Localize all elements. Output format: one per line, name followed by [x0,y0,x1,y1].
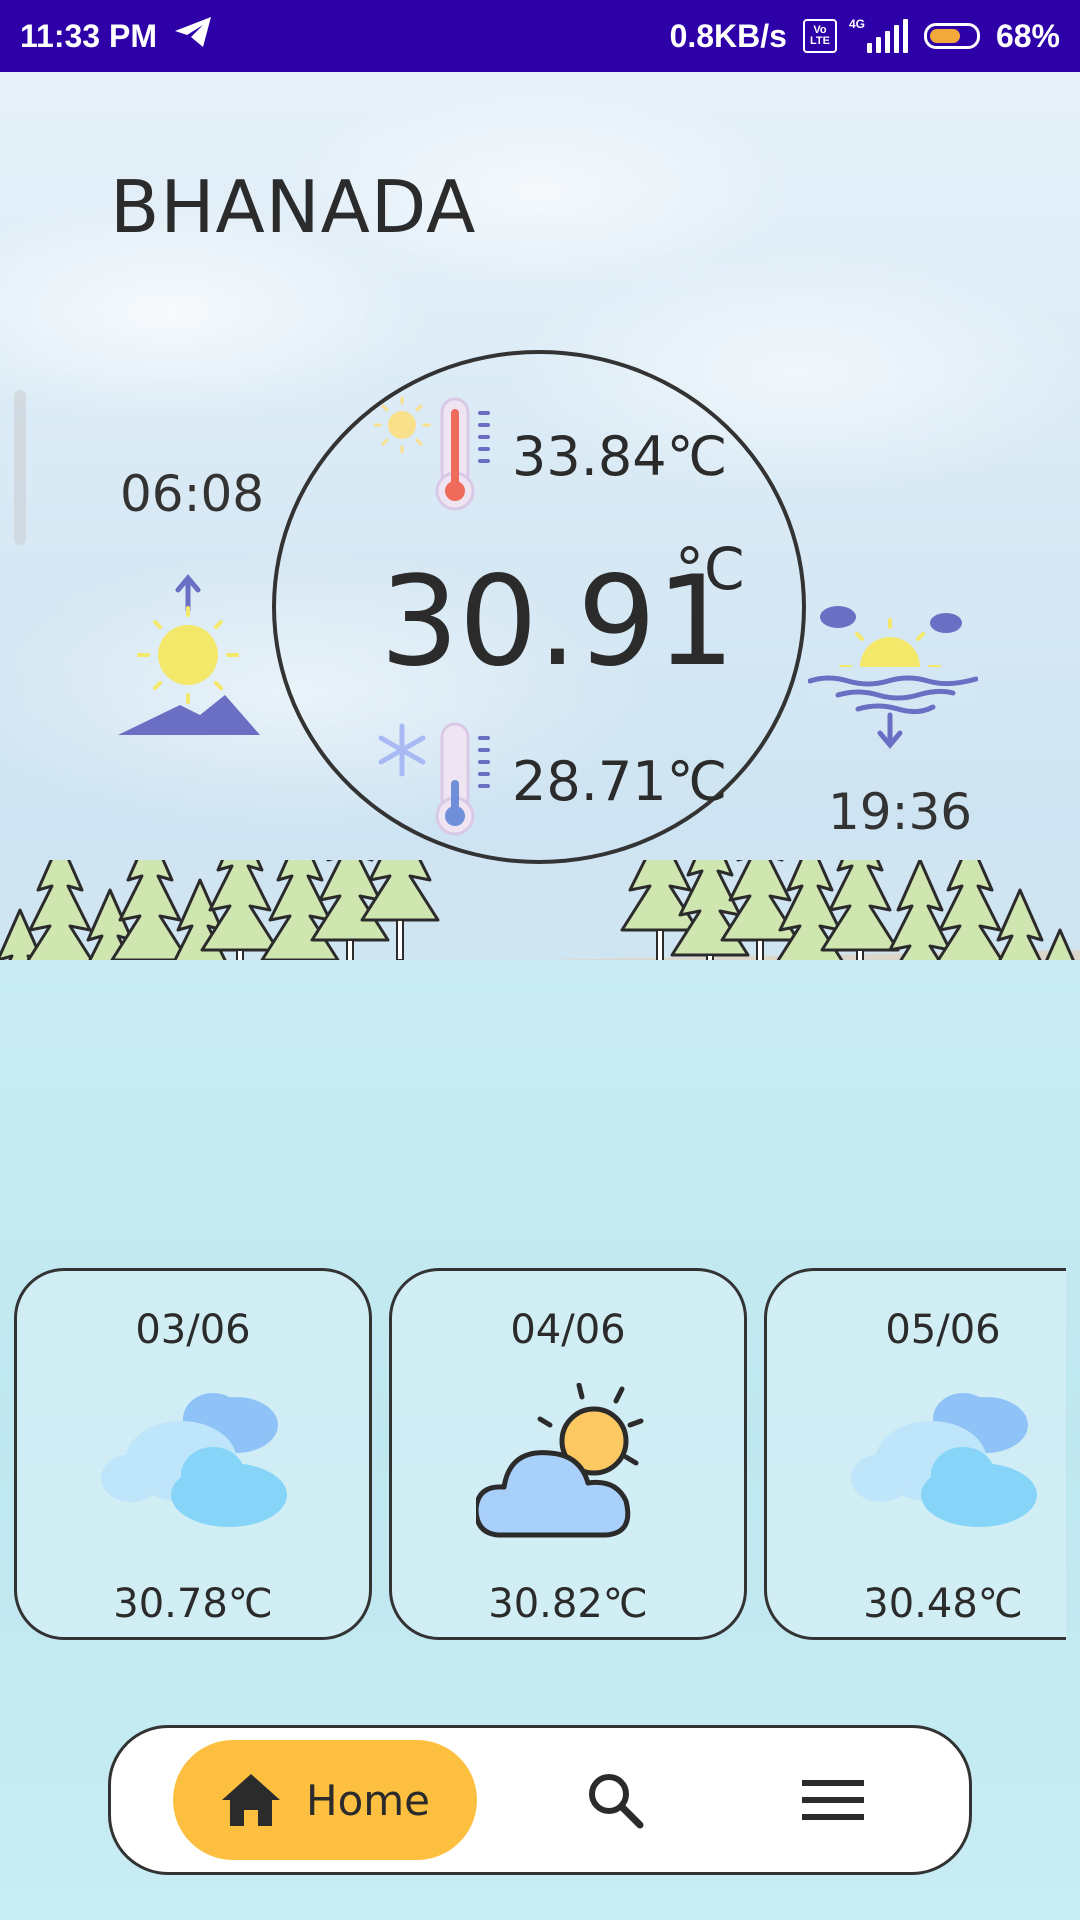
sunset-time: 19:36 [828,783,973,841]
max-temp-row: 33.84℃ [374,395,727,515]
telegram-icon [173,15,213,57]
forecast-temp: 30.48℃ [863,1581,1023,1627]
menu-icon [802,1780,864,1820]
network-speed: 0.8KB/s [669,17,787,54]
cold-thermometer-icon [378,722,490,836]
partly-cloudy-icon [476,1383,644,1538]
search-icon [589,1774,644,1829]
forecast-date: 03/06 [135,1307,251,1353]
hot-thermometer-icon [374,396,490,511]
forecast-card[interactable]: 04/06 30.82℃ [389,1268,747,1640]
forecast-card[interactable]: 03/06 30.78℃ [14,1268,372,1640]
sunrise-icon [118,574,260,735]
sunrise-time: 06:08 [120,465,265,523]
forecast-temp: 30.82℃ [488,1581,648,1627]
network-type: 4G [848,17,865,31]
home-icon [221,1774,280,1826]
status-bar: 11:33 PM 0.8KB/s Vo LTE 4G 68% [0,0,1080,72]
temperature-unit: °C [675,535,745,603]
status-time: 11:33 PM [20,17,157,54]
city-name: BHANADA [110,165,477,249]
volte-bottom-label: LTE [809,35,830,47]
battery-icon [923,23,980,49]
nav-menu-button[interactable] [797,1764,869,1836]
forecast-date: 05/06 [885,1307,1001,1353]
nav-home-label: Home [305,1775,431,1825]
sunset-icon [808,606,978,749]
battery-percent: 68% [995,17,1060,54]
max-temp: 33.84℃ [512,425,728,488]
forecast-card[interactable]: 05/06 30.48℃ [764,1268,1066,1640]
volte-icon: Vo LTE [802,19,837,53]
signal-icon: 4G [849,17,908,53]
forecast-temp: 30.78℃ [113,1581,273,1627]
bottom-navigation: Home [108,1725,972,1875]
clouds-icon [101,1393,287,1527]
clouds-icon [851,1393,1037,1527]
forecast-list[interactable]: 03/06 30.78℃ 04/06 30.82℃ 05/06 30.48℃ [14,1268,1066,1644]
min-temp-row: 28.71℃ [374,720,727,840]
nav-home-button[interactable]: Home [173,1740,477,1860]
nav-search-button[interactable] [579,1764,651,1836]
scroll-indicator [14,390,26,545]
min-temp: 28.71℃ [512,750,728,813]
forecast-date: 04/06 [510,1307,626,1353]
